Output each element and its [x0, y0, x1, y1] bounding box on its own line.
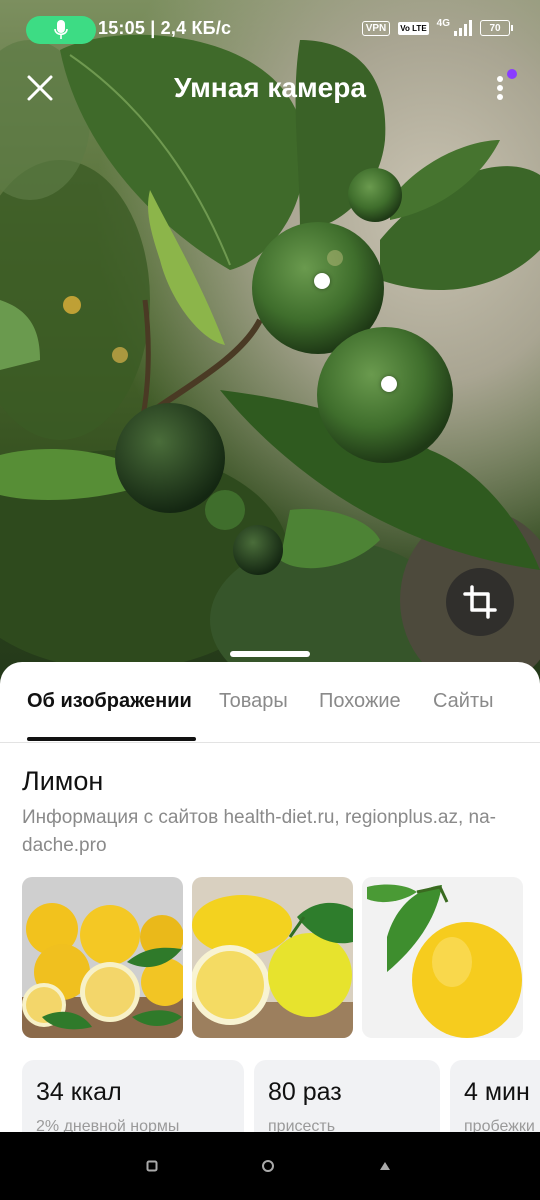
tab-products[interactable]: Товары: [219, 690, 288, 713]
fact-value: 34 ккал: [36, 1078, 122, 1106]
result-sources[interactable]: Информация с сайтов health-diet.ru, regi…: [22, 804, 522, 860]
result-image-1[interactable]: [22, 877, 183, 1038]
signal-icon: [454, 20, 472, 36]
crop-button[interactable]: [446, 568, 514, 636]
sheet-drag-handle[interactable]: [230, 651, 310, 657]
object-hotspot[interactable]: [314, 273, 330, 289]
crop-icon: [463, 585, 497, 619]
battery-icon: 70: [480, 20, 513, 36]
mic-indicator[interactable]: [26, 16, 96, 44]
fact-card-squats[interactable]: 80 раз присесть: [254, 1060, 440, 1132]
lemon-with-leaves-image: [362, 877, 523, 1038]
result-image-2[interactable]: [192, 877, 353, 1038]
result-image-3[interactable]: [362, 877, 523, 1038]
back-triangle-icon: [380, 1162, 390, 1170]
fact-card-running[interactable]: 4 мин пробежки: [450, 1060, 540, 1132]
object-hotspot[interactable]: [381, 376, 397, 392]
microphone-icon: [54, 20, 68, 39]
sliced-lemon-image: [192, 877, 353, 1038]
square-icon: [146, 1160, 158, 1172]
tab-about-image[interactable]: Об изображении: [27, 690, 192, 713]
tab-bar: Об изображении Товары Похожие Сайты: [0, 662, 540, 743]
back-button[interactable]: [355, 1132, 415, 1200]
page-title: Умная камера: [174, 72, 366, 103]
recents-button[interactable]: [122, 1132, 182, 1200]
volte-icon: Vo LTE: [398, 21, 429, 35]
fact-value: 4 мин: [464, 1078, 530, 1106]
network-type: 4G: [436, 17, 450, 29]
results-sheet: Об изображении Товары Похожие Сайты Лимо…: [0, 662, 540, 1132]
fact-subtitle: присесть: [268, 1118, 336, 1132]
status-bar: 15:05 | 2,4 КБ/с VPN Vo LTE 4G 70: [0, 0, 540, 46]
fact-subtitle: пробежки: [464, 1118, 535, 1132]
system-nav-bar: [0, 1132, 540, 1200]
fact-subtitle: 2% дневной нормы: [36, 1118, 180, 1132]
status-icons: VPN Vo LTE 4G 70: [361, 17, 513, 36]
lemons-on-board-image: [22, 877, 183, 1038]
status-time: 15:05 | 2,4 КБ/с: [98, 18, 232, 38]
circle-icon: [262, 1160, 274, 1172]
notification-dot: [507, 69, 517, 79]
result-title[interactable]: Лимон: [22, 766, 103, 797]
tab-sites[interactable]: Сайты: [433, 690, 494, 713]
fact-value: 80 раз: [268, 1078, 342, 1106]
vpn-icon: VPN: [361, 20, 391, 36]
active-tab-indicator: [27, 737, 196, 741]
fact-card-calories[interactable]: 34 ккал 2% дневной нормы: [22, 1060, 244, 1132]
home-button[interactable]: [238, 1132, 298, 1200]
tab-similar[interactable]: Похожие: [319, 690, 401, 713]
